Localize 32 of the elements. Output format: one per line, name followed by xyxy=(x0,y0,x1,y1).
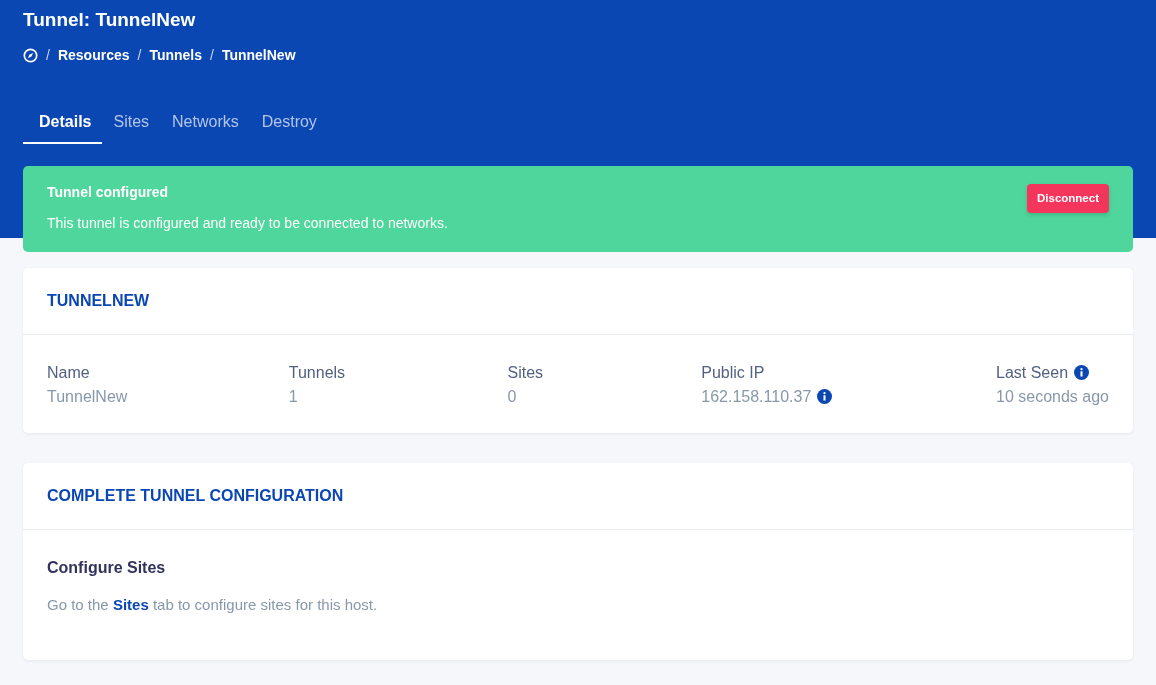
info-icon[interactable] xyxy=(1074,364,1090,380)
card-title: COMPLETE TUNNEL CONFIGURATION xyxy=(23,462,1133,530)
section-heading: Configure Sites xyxy=(47,557,167,578)
alert-message: This tunnel is configured and ready to be connected to networks. xyxy=(47,213,448,233)
tab[interactable]: Sites xyxy=(101,109,162,144)
field-value: 162.158.110.37 xyxy=(701,387,812,405)
page-title: Tunnel: TunnelNew xyxy=(23,8,197,32)
instruction-text: Go to the Sites tab to configure sites for this host. xyxy=(47,594,379,615)
sites-link[interactable]: Sites xyxy=(112,595,149,613)
compass-icon[interactable] xyxy=(23,47,38,63)
tab[interactable]: Destroy xyxy=(249,109,329,144)
field-label: Sites xyxy=(507,363,544,381)
field-value: 1 xyxy=(288,387,298,405)
field-value: 0 xyxy=(507,387,517,405)
field-value: TunnelNew xyxy=(47,387,128,405)
tab[interactable]: Networks xyxy=(160,109,251,144)
field-value: 10 seconds ago xyxy=(996,387,1109,405)
field-label: Tunnels xyxy=(288,363,346,381)
breadcrumb-link[interactable]: TunnelNew xyxy=(221,44,296,66)
breadcrumb-separator: / xyxy=(46,45,50,65)
disconnect-button[interactable]: Disconnect xyxy=(1027,183,1109,214)
breadcrumb-link[interactable]: Resources xyxy=(57,44,130,66)
breadcrumb-separator: / xyxy=(137,45,142,65)
field-label: Last Seen xyxy=(996,363,1069,381)
breadcrumb-link[interactable]: Tunnels xyxy=(149,44,202,66)
alert-title: Tunnel configured xyxy=(47,183,170,201)
field-label: Name xyxy=(47,363,90,381)
card-title: TUNNELNEW xyxy=(23,267,1133,335)
info-icon[interactable] xyxy=(817,388,833,404)
tab[interactable]: Details xyxy=(23,109,103,144)
breadcrumb-separator: / xyxy=(210,45,214,65)
field-label: Public IP xyxy=(701,363,765,381)
